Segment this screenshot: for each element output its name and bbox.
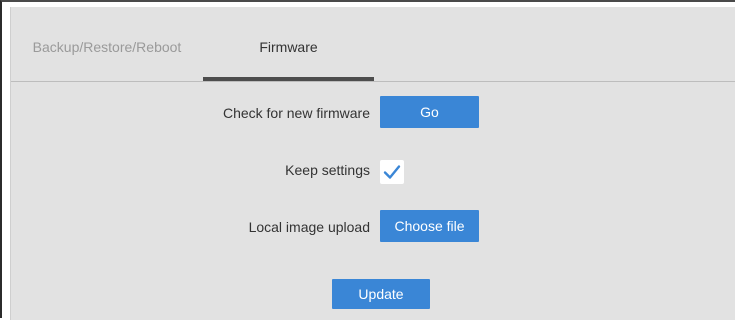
tab-bar: Backup/Restore/Reboot Firmware — [11, 7, 735, 82]
check-icon — [383, 165, 401, 179]
tab-firmware[interactable]: Firmware — [203, 7, 374, 81]
local-image-upload-label: Local image upload — [248, 219, 370, 235]
window-frame: Backup/Restore/Reboot Firmware Check for… — [0, 0, 735, 320]
check-firmware-label: Check for new firmware — [222, 105, 370, 121]
choose-file-button[interactable]: Choose file — [380, 210, 479, 242]
keep-settings-checkbox[interactable] — [380, 160, 404, 184]
go-button[interactable]: Go — [380, 96, 479, 128]
settings-panel: Backup/Restore/Reboot Firmware Check for… — [10, 7, 735, 320]
keep-settings-label: Keep settings — [285, 162, 370, 178]
update-button[interactable]: Update — [332, 279, 430, 309]
tab-backup-restore-reboot[interactable]: Backup/Restore/Reboot — [11, 7, 203, 81]
active-tab-indicator — [203, 77, 374, 81]
